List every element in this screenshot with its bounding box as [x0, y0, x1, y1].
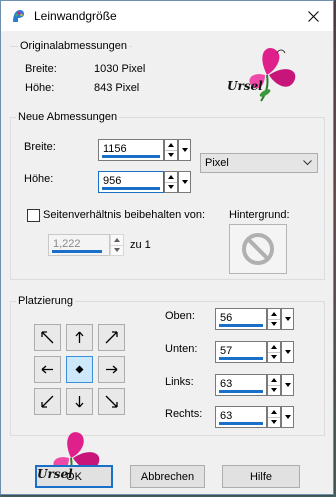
cancel-button[interactable]: Abbrechen	[130, 465, 205, 488]
placement-label: Platzierung	[16, 295, 76, 307]
left-offset-input[interactable]: 63	[215, 374, 267, 396]
new-height-label: Höhe:	[24, 173, 54, 185]
anchor-center[interactable]	[66, 356, 93, 383]
unit-select[interactable]: Pixel	[200, 153, 318, 173]
anchor-bottom-right[interactable]	[98, 388, 125, 415]
left-offset-label: Links:	[165, 376, 194, 388]
canvas-size-dialog: Leinwandgröße Originalabmessungen Breite…	[0, 0, 334, 495]
chevron-down-icon	[284, 350, 291, 354]
left-offset-spinner[interactable]	[267, 374, 281, 396]
right-offset-dropdown[interactable]	[281, 406, 294, 428]
aspect-ratio-input: 1,222	[48, 234, 110, 256]
arrow-down-right-icon	[105, 395, 118, 408]
original-height-value: 843 Pixel	[94, 82, 140, 94]
help-button-label: Hilfe	[249, 470, 272, 483]
anchor-middle-right[interactable]	[98, 356, 125, 383]
top-offset-input[interactable]: 56	[215, 308, 267, 330]
close-button[interactable]	[293, 1, 333, 31]
right-offset-input[interactable]: 63	[215, 406, 267, 428]
center-dot-icon	[75, 365, 84, 374]
background-label: Hintergrund:	[229, 209, 290, 221]
original-width-label: Breite:	[25, 63, 57, 75]
new-width-dropdown[interactable]	[178, 139, 191, 161]
new-height-input[interactable]: 956	[98, 171, 164, 193]
arrow-left-icon	[41, 365, 53, 374]
top-offset-spinner[interactable]	[267, 308, 281, 330]
bottom-offset-input[interactable]: 57	[215, 341, 267, 363]
bottom-offset-spinner[interactable]	[267, 341, 281, 363]
new-width-label: Breite:	[24, 141, 56, 153]
top-offset-label: Oben:	[165, 310, 195, 322]
watermark-signature: Ursel	[227, 79, 263, 93]
anchor-top-right[interactable]	[98, 324, 125, 351]
aspect-ratio-label: Seitenverhältnis beibehalten von:	[43, 209, 206, 221]
arrow-down-left-icon	[41, 395, 54, 408]
spin-down-icon[interactable]	[268, 319, 280, 329]
aspect-ratio-suffix: zu 1	[130, 239, 151, 251]
top-offset-dropdown[interactable]	[281, 308, 294, 330]
anchor-middle-left[interactable]	[34, 356, 61, 383]
original-width-value: 1030 Pixel	[94, 63, 146, 75]
watermark-top: Ursel	[225, 41, 309, 105]
chevron-down-icon	[284, 383, 291, 387]
right-offset-spinner[interactable]	[267, 406, 281, 428]
spin-down-icon[interactable]	[268, 417, 280, 427]
chevron-down-icon	[181, 148, 188, 152]
bottom-offset-label: Unten:	[165, 343, 198, 355]
app-icon	[13, 10, 24, 22]
background-color-swatch[interactable]	[229, 224, 287, 274]
anchor-bottom-center[interactable]	[66, 388, 93, 415]
anchor-bottom-left[interactable]	[34, 388, 61, 415]
anchor-top-center[interactable]	[66, 324, 93, 351]
watermark-signature: Ursel	[37, 467, 73, 481]
new-dimensions-label: Neue Abmessungen	[16, 111, 120, 123]
arrow-up-left-icon	[41, 331, 54, 344]
arrow-right-icon	[106, 365, 118, 374]
spin-down-icon[interactable]	[268, 352, 280, 362]
spin-down-icon[interactable]	[165, 182, 177, 192]
help-button[interactable]: Hilfe	[222, 465, 300, 488]
right-offset-label: Rechts:	[165, 408, 203, 420]
anchor-top-left[interactable]	[34, 324, 61, 351]
original-height-label: Höhe:	[25, 82, 55, 94]
aspect-ratio-spinner	[110, 234, 124, 256]
arrow-up-icon	[75, 331, 84, 343]
new-width-spinner[interactable]	[164, 139, 178, 161]
chevron-down-icon	[303, 160, 312, 166]
aspect-ratio-checkbox[interactable]	[27, 209, 40, 222]
unit-select-value: Pixel	[205, 157, 229, 169]
title-bar: Leinwandgröße	[1, 1, 333, 31]
chevron-down-icon	[181, 180, 188, 184]
left-offset-dropdown[interactable]	[281, 374, 294, 396]
new-height-spinner[interactable]	[164, 171, 178, 193]
chevron-down-icon	[284, 415, 291, 419]
bottom-offset-dropdown[interactable]	[281, 341, 294, 363]
new-width-input[interactable]: 1156	[98, 139, 164, 161]
chevron-down-icon	[284, 317, 291, 321]
flower-icon	[249, 48, 296, 102]
close-icon	[307, 10, 319, 22]
arrow-down-icon	[75, 396, 84, 408]
arrow-up-right-icon	[105, 331, 118, 344]
spin-down-icon[interactable]	[268, 385, 280, 395]
original-dimensions-label: Originalabmessungen	[18, 40, 130, 52]
spin-down-icon[interactable]	[165, 150, 177, 160]
window-title: Leinwandgröße	[34, 9, 117, 23]
new-height-dropdown[interactable]	[178, 171, 191, 193]
spin-down-icon	[111, 245, 123, 255]
cancel-button-label: Abbrechen	[140, 470, 195, 483]
no-color-icon	[242, 233, 274, 265]
